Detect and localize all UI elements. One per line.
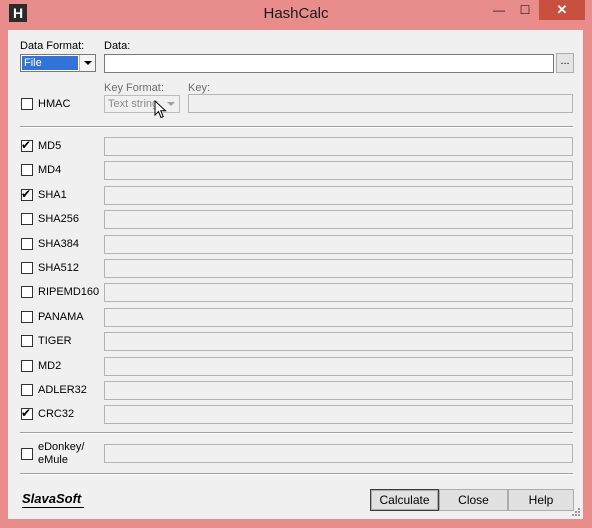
separator-middle — [20, 432, 573, 434]
hmac-checkbox[interactable] — [21, 98, 33, 110]
sha384-label: SHA384 — [38, 237, 79, 250]
sha512-result-field[interactable] — [104, 259, 573, 278]
hash-row-md5: ✔ MD5 — [8, 135, 583, 159]
panama-label: PANAMA — [38, 310, 84, 323]
title-bar[interactable]: H HashCalc — ☐ ✕ — [0, 0, 592, 28]
edonkey-result-field[interactable] — [104, 444, 573, 463]
md4-checkbox[interactable] — [21, 164, 33, 177]
separator-bottom — [20, 473, 573, 475]
key-format-value: Text string — [108, 98, 159, 110]
data-input[interactable] — [104, 54, 554, 73]
panama-checkbox[interactable] — [21, 310, 33, 323]
ripemd160-checkbox[interactable] — [21, 286, 33, 299]
sha1-checkbox[interactable]: ✔ — [21, 186, 33, 201]
sha1-check-mark: ✔ — [21, 186, 32, 201]
sha256-label: SHA256 — [38, 213, 79, 226]
hash-row-adler32: ADLER32 — [8, 379, 583, 403]
data-format-label: Data Format: — [20, 40, 85, 52]
calculate-button[interactable]: Calculate — [370, 489, 439, 511]
adler32-result-field[interactable] — [104, 381, 573, 400]
sha1-result-field[interactable] — [104, 185, 573, 205]
hash-row-sha512: SHA512 — [8, 257, 583, 281]
crc32-checkbox[interactable]: ✔ — [21, 406, 33, 421]
sha384-result-field[interactable] — [104, 234, 573, 254]
md5-result-field[interactable] — [104, 137, 573, 156]
mouse-cursor-icon — [154, 100, 167, 119]
help-button[interactable]: Help — [508, 489, 574, 511]
hash-row-panama: PANAMA — [8, 306, 583, 330]
adler32-checkbox[interactable] — [21, 384, 33, 396]
minimize-button[interactable]: — — [486, 0, 512, 20]
md5-check-mark: ✔ — [21, 138, 32, 152]
crc32-check-mark: ✔ — [21, 406, 32, 421]
key-format-select[interactable]: Text string — [104, 95, 180, 113]
slavasoft-logo-text: SlavaSoft — [22, 491, 82, 506]
md2-checkbox[interactable] — [21, 359, 33, 372]
md4-result-field[interactable] — [104, 161, 573, 181]
md2-result-field[interactable] — [104, 356, 573, 376]
sha256-checkbox[interactable] — [21, 213, 33, 226]
key-input[interactable] — [188, 94, 573, 113]
hash-row-sha256: SHA256 — [8, 208, 583, 232]
hash-row-ripemd160: RIPEMD160 — [8, 281, 583, 305]
dialog-client-area: Data Format: File Data: ... HMAC Key For… — [8, 30, 583, 519]
sha1-label: SHA1 — [38, 188, 67, 201]
close-button[interactable]: Close — [439, 489, 508, 511]
hmac-label: HMAC — [38, 98, 71, 110]
edonkey-label-line1: eDonkey/ — [38, 441, 85, 453]
chevron-down-icon[interactable] — [79, 55, 95, 71]
adler32-label: ADLER32 — [38, 384, 87, 396]
panama-result-field[interactable] — [104, 307, 573, 327]
md5-label: MD5 — [38, 140, 62, 152]
separator-top — [20, 126, 573, 128]
data-format-value: File — [22, 56, 78, 70]
sha256-result-field[interactable] — [104, 210, 573, 230]
hash-row-crc32: ✔ CRC32 — [8, 403, 583, 427]
tiger-checkbox[interactable] — [21, 335, 33, 348]
logo-underline — [22, 507, 84, 508]
edonkey-checkbox[interactable] — [21, 448, 33, 460]
hash-row-md2: MD2 — [8, 355, 583, 379]
key-label: Key: — [188, 82, 211, 94]
ripemd160-label: RIPEMD160 — [38, 286, 100, 299]
hashcalc-window: H HashCalc — ☐ ✕ Data Format: File Data:… — [0, 0, 592, 528]
key-format-label: Key Format: — [104, 82, 164, 94]
maximize-button[interactable]: ☐ — [512, 0, 538, 20]
tiger-label: TIGER — [38, 335, 72, 348]
slavasoft-logo: SlavaSoft — [22, 491, 84, 508]
close-window-button[interactable]: ✕ — [539, 0, 585, 20]
md2-label: MD2 — [38, 359, 62, 372]
hash-row-md4: MD4 — [8, 159, 583, 183]
md4-label: MD4 — [38, 164, 62, 177]
md5-checkbox[interactable]: ✔ — [21, 138, 33, 152]
hash-row-sha1: ✔ SHA1 — [8, 184, 583, 208]
crc32-label: CRC32 — [38, 408, 75, 421]
sha512-checkbox[interactable] — [21, 262, 33, 274]
data-format-select[interactable]: File — [20, 54, 96, 72]
sha512-label: SHA512 — [38, 262, 79, 274]
sha384-checkbox[interactable] — [21, 237, 33, 250]
edonkey-label: eDonkey/ eMule — [38, 441, 84, 467]
crc32-result-field[interactable] — [104, 405, 573, 425]
edonkey-label-line2: eMule — [38, 454, 68, 466]
tiger-result-field[interactable] — [104, 332, 573, 352]
hash-row-sha384: SHA384 — [8, 233, 583, 257]
browse-button[interactable]: ... — [556, 53, 574, 73]
resize-grip-icon[interactable] — [571, 507, 581, 517]
ripemd160-result-field[interactable] — [104, 283, 573, 303]
hash-row-tiger: TIGER — [8, 330, 583, 354]
data-label: Data: — [104, 40, 131, 52]
